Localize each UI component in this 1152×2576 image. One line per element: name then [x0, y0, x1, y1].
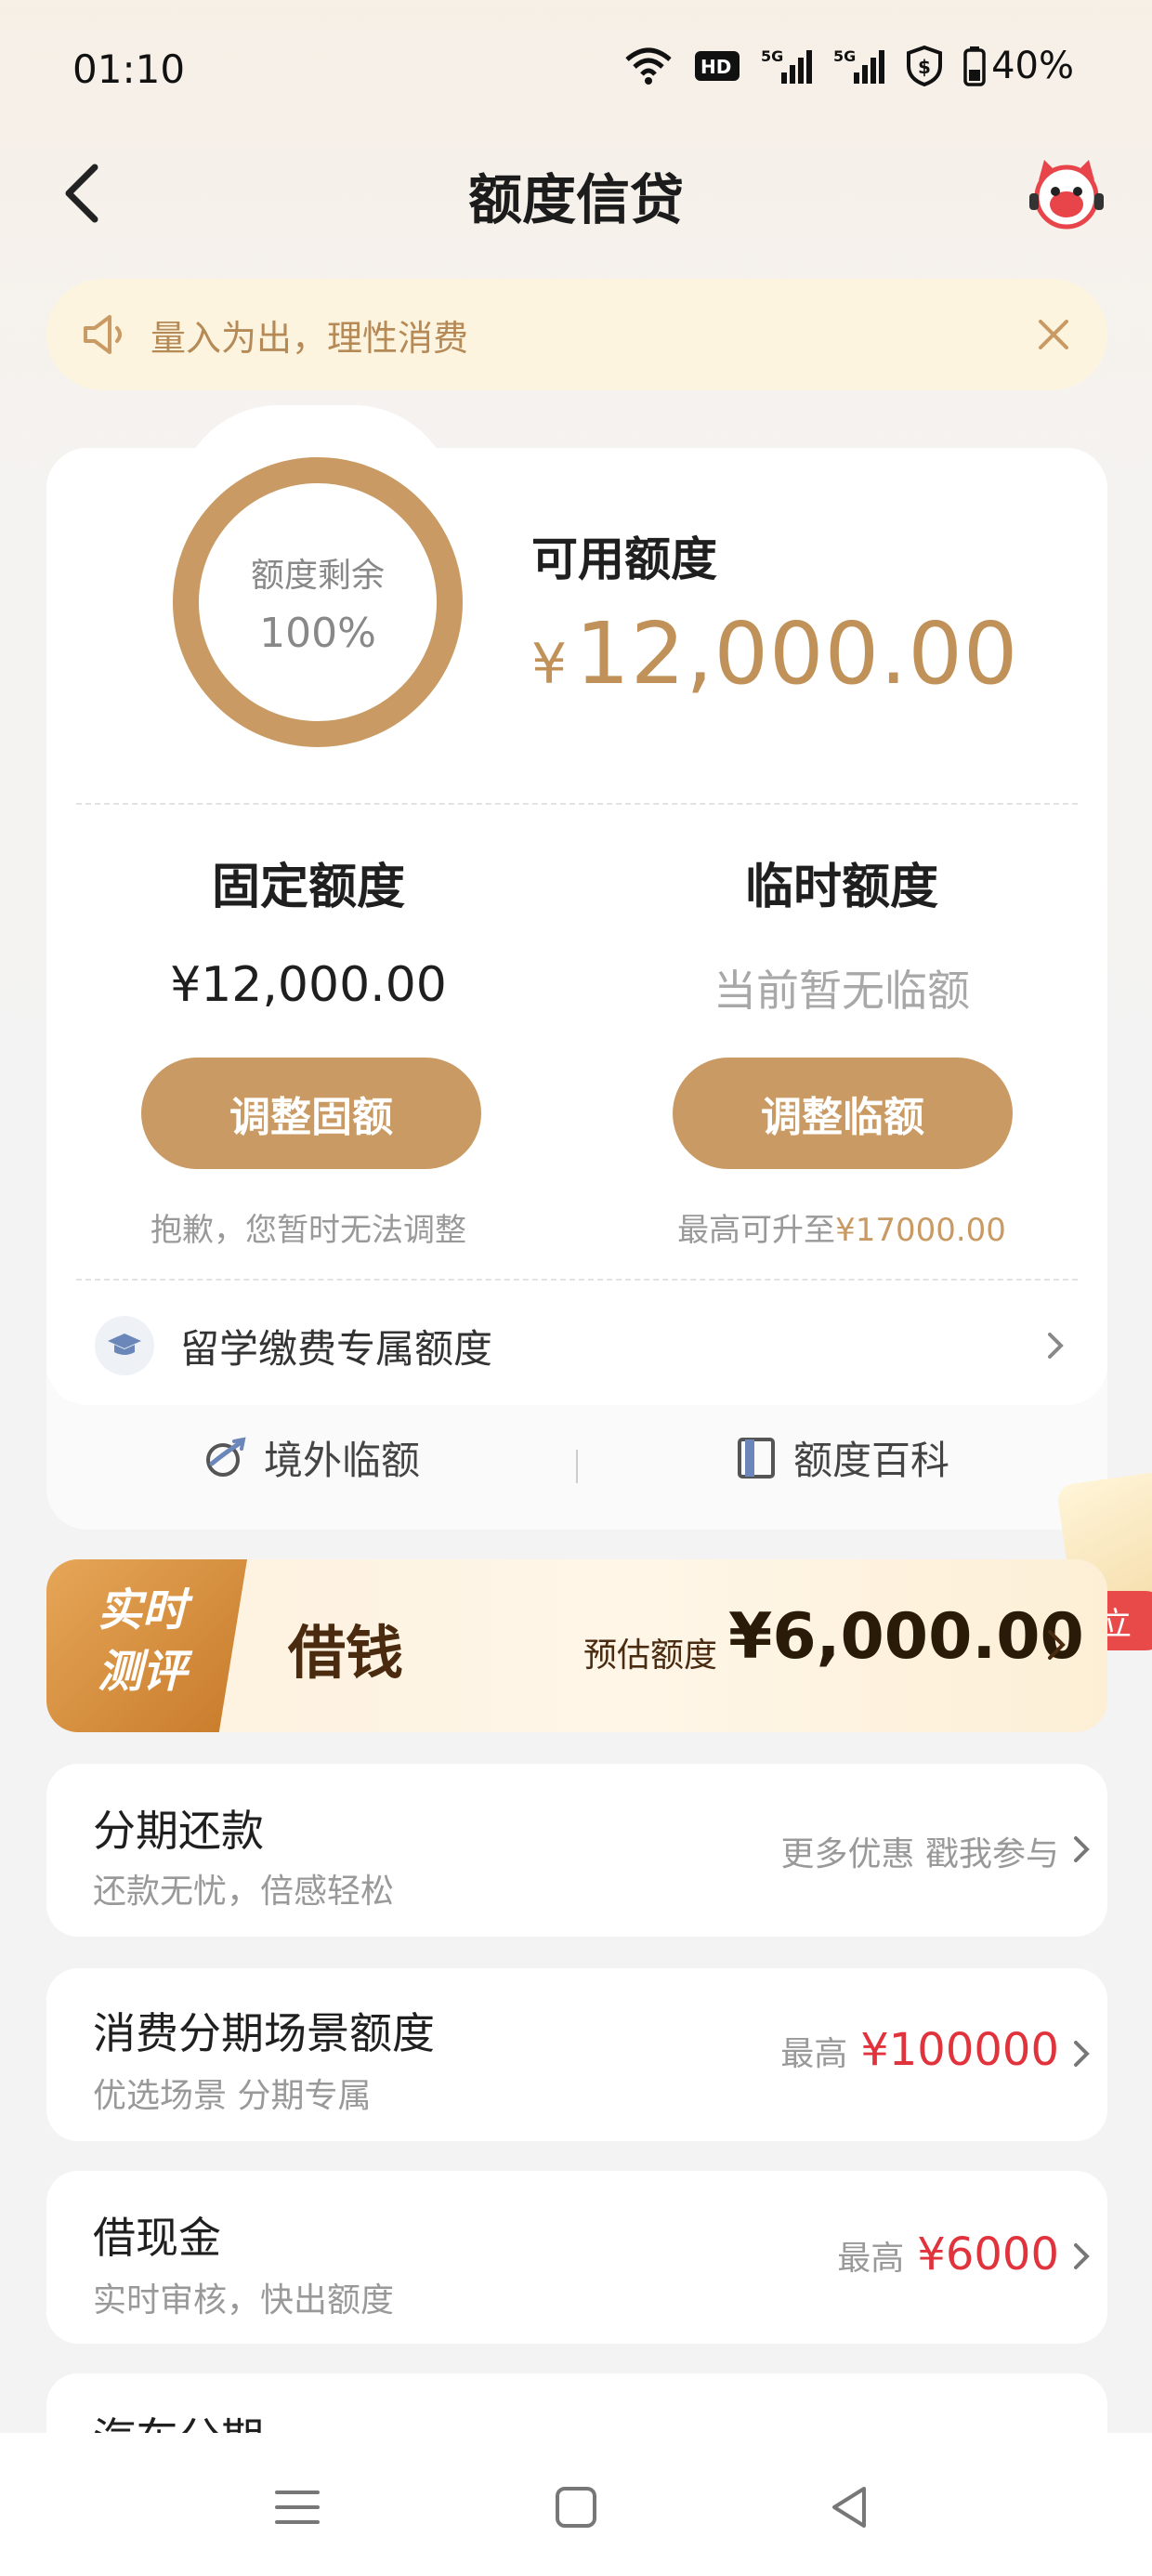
page-title: 额度信贷: [467, 168, 684, 231]
temp-note-prefix: 最高可升至: [677, 1212, 836, 1249]
ring-percent: 100%: [259, 609, 376, 657]
list-item-subtitle: 优选场景 分期专属: [93, 2077, 372, 2115]
fixed-quota-title: 固定额度: [211, 860, 405, 915]
status-icons: HD 5G 5G $ 40%: [623, 45, 1074, 87]
adjust-fixed-button[interactable]: 调整固额: [141, 1058, 481, 1169]
available-amount: 12,000.00: [575, 604, 1019, 703]
graduation-cap-icon: [95, 1316, 154, 1375]
book-icon: [738, 1437, 775, 1479]
chevron-right-icon: [1048, 1333, 1064, 1359]
battery-icon: [963, 46, 986, 86]
list-item-right: 更多优惠 戳我参与: [781, 1827, 1059, 1875]
quota-remaining-ring: 额度剩余 100%: [173, 457, 463, 747]
back-triangle-icon[interactable]: [821, 2479, 877, 2535]
fixed-quota-value: ¥12,000.00: [170, 957, 447, 1013]
currency-symbol: ¥: [531, 632, 569, 697]
study-abroad-quota-row[interactable]: 留学缴费专属额度: [46, 1301, 1107, 1390]
badge-text: 实时 测评: [72, 1580, 212, 1702]
chevron-right-icon: [1074, 2243, 1090, 2269]
max-amount: ¥6000: [917, 2228, 1059, 2280]
divider: [76, 803, 1078, 805]
quota-encyclopedia-link[interactable]: 额度百科: [736, 1429, 949, 1486]
badge-line-1: 实时: [97, 1584, 187, 1636]
max-label: 最高: [837, 2240, 905, 2278]
borrow-title: 借钱: [288, 1619, 404, 1687]
fixed-quota-note: 抱歉，您暂时无法调整: [151, 1212, 466, 1249]
max-amount: ¥100000: [860, 2024, 1059, 2076]
list-item-title: 借现金: [93, 2213, 221, 2263]
menu-icon[interactable]: [269, 2479, 325, 2535]
list-item-promo-text: 更多优惠 戳我参与: [780, 1835, 1059, 1873]
battery-indicator: 40%: [963, 45, 1074, 87]
temp-quota-value: 当前暂无临额: [713, 966, 970, 1016]
list-item-right: 最高 ¥100000: [780, 2024, 1059, 2076]
svg-text:$: $: [918, 56, 931, 78]
adjust-temp-button[interactable]: 调整临额: [673, 1058, 1013, 1169]
svg-text:5G: 5G: [761, 47, 783, 65]
chevron-right-icon: [1074, 1836, 1090, 1862]
battery-percent: 40%: [991, 45, 1074, 87]
overseas-temp-quota-label: 境外临额: [264, 1438, 421, 1483]
ring-label: 额度剩余: [250, 556, 385, 595]
mascot-service-icon[interactable]: [1026, 152, 1107, 234]
estimate-label: 预估额度: [583, 1636, 718, 1675]
hd-icon: HD: [695, 51, 740, 81]
temp-quota-note: 最高可升至¥17000.00: [600, 1204, 1083, 1250]
svg-text:5G: 5G: [833, 47, 856, 65]
list-item-right: 最高 ¥6000: [837, 2228, 1059, 2280]
max-label: 最高: [780, 2035, 848, 2073]
chevron-right-icon: [1048, 1630, 1066, 1660]
available-quota-value: ¥12,000.00: [531, 604, 1018, 703]
list-item-title: 消费分期场景额度: [93, 2008, 435, 2058]
overseas-temp-quota-link[interactable]: 境外临额: [203, 1429, 420, 1486]
shield-dollar-icon: $: [907, 46, 943, 86]
divider: [76, 1279, 1078, 1281]
home-square-icon[interactable]: [548, 2479, 604, 2535]
speaker-icon: [84, 315, 122, 354]
wifi-icon: [625, 47, 672, 85]
signal-5g-icon: 5G: [833, 47, 885, 84]
temp-note-amount: ¥17000.00: [835, 1212, 1006, 1249]
status-time: 01:10: [72, 46, 186, 92]
globe-plane-icon: [206, 1436, 246, 1477]
quick-links-separator: [576, 1450, 578, 1483]
svg-text:HD: HD: [700, 56, 731, 78]
badge-line-2: 测评: [97, 1646, 187, 1698]
chevron-right-icon: [1074, 2041, 1090, 2067]
quota-encyclopedia-label: 额度百科: [793, 1438, 950, 1483]
notice-text: 量入为出，理性消费: [151, 317, 469, 359]
temp-quota-title: 临时额度: [744, 860, 938, 915]
available-quota-label: 可用额度: [531, 532, 717, 586]
list-item-subtitle: 实时审核，快出额度: [93, 2281, 395, 2320]
list-item-subtitle: 还款无忧，倍感轻松: [93, 1873, 395, 1911]
notice-bar: 量入为出，理性消费: [46, 279, 1107, 390]
close-icon[interactable]: [1033, 314, 1074, 355]
signal-5g-icon: 5G: [761, 47, 813, 84]
estimate-amount: ¥6,000.00: [728, 1600, 1084, 1674]
study-abroad-label: 留学缴费专属额度: [180, 1325, 493, 1372]
list-item-title: 分期还款: [93, 1806, 264, 1856]
